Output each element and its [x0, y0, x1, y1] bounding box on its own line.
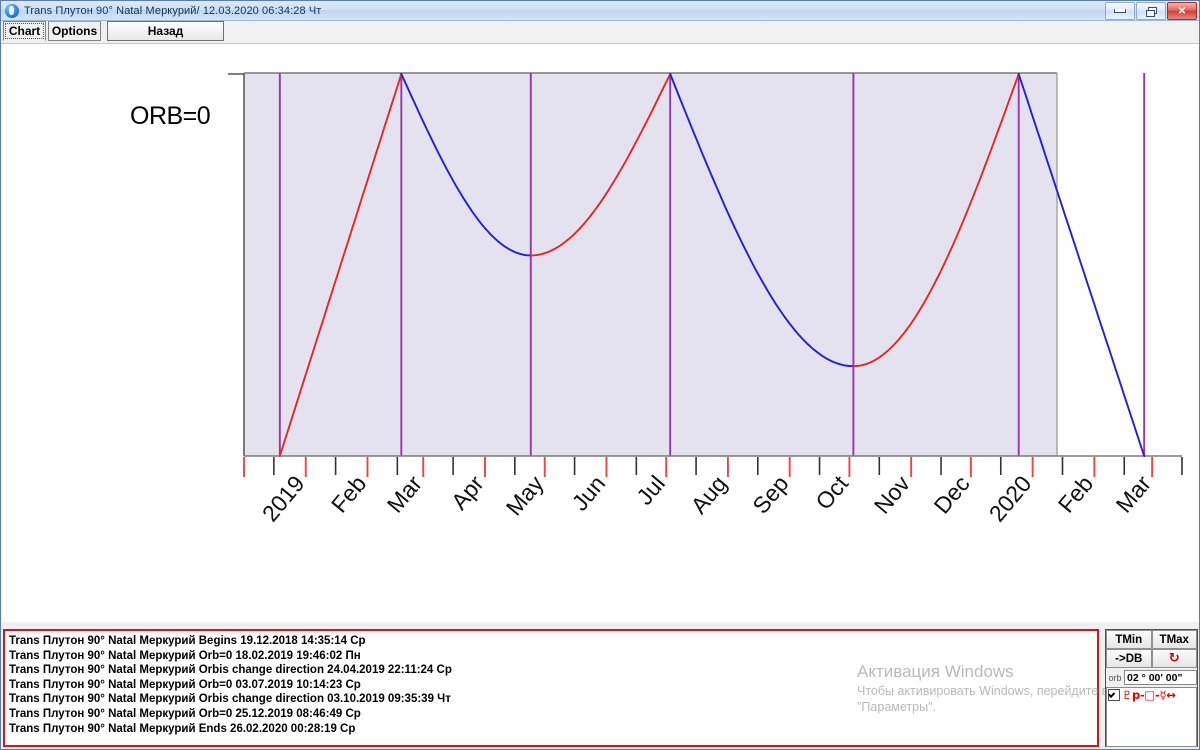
- time-range-row: TMin TMax: [1106, 630, 1197, 649]
- x-tick-label: Mar: [1111, 470, 1157, 517]
- event-log-panel[interactable]: Trans Плутон 90° Natal Меркурий Begins 1…: [3, 629, 1099, 747]
- restore-button[interactable]: [1136, 2, 1166, 20]
- window-controls: ✕: [1105, 2, 1197, 20]
- x-tick-label: May: [501, 470, 549, 520]
- x-axis-labels: 2019 Feb Mar Apr May Jun Jul Aug Sep Oct Nov Dec 202…: [257, 470, 1156, 526]
- refresh-icon: ↻: [1168, 651, 1180, 666]
- x-tick-label: Sep: [747, 471, 793, 519]
- close-button[interactable]: ✕: [1167, 2, 1197, 20]
- aspect-checkbox[interactable]: [1108, 689, 1120, 701]
- log-line: Trans Плутон 90° Natal Меркурий Orb=0 18…: [9, 649, 361, 662]
- to-db-button[interactable]: ->DB: [1106, 649, 1152, 668]
- aspect-list[interactable]: ♇р-□-☿↔: [1106, 687, 1197, 747]
- orb-zero-label: ORB=0: [130, 102, 211, 130]
- list-item[interactable]: ♇р-□-☿↔: [1107, 688, 1196, 702]
- x-tick-label: Feb: [326, 471, 371, 518]
- window-title: Trans Плутон 90° Natal Меркурий/ 12.03.2…: [24, 4, 322, 17]
- tab-options[interactable]: Options: [48, 21, 101, 41]
- x-tick-label: 2019: [257, 471, 310, 527]
- x-tick-label: 2020: [984, 471, 1037, 527]
- plot-background: [244, 73, 1057, 456]
- x-tick-label: Aug: [686, 471, 732, 519]
- aspect-symbols: ♇р-□-☿↔: [1122, 688, 1176, 702]
- log-line: Trans Плутон 90° Natal Меркурий Begins 1…: [9, 635, 366, 647]
- orb-row: orb 02 ° 00' 00": [1106, 669, 1197, 686]
- x-tick-label: Dec: [929, 471, 975, 519]
- refresh-button[interactable]: ↻: [1151, 649, 1197, 668]
- x-tick-label: Mar: [382, 470, 428, 517]
- x-tick-label: Oct: [810, 470, 853, 515]
- log-line: Trans Плутон 90° Natal Меркурий Ends 26.…: [9, 722, 356, 735]
- application-window: Trans Плутон 90° Natal Меркурий/ 12.03.2…: [0, 0, 1200, 750]
- tmin-button[interactable]: TMin: [1106, 630, 1152, 649]
- x-tick-label: Jul: [631, 471, 670, 510]
- app-globe-icon: [5, 3, 19, 18]
- log-line: Trans Плутон 90° Natal Меркурий Orbis ch…: [9, 664, 452, 677]
- orb-value-input[interactable]: 02 ° 00' 00": [1124, 670, 1197, 685]
- event-log-list: Trans Плутон 90° Natal Меркурий Begins 1…: [5, 631, 1097, 736]
- db-row: ->DB ↻: [1106, 649, 1197, 668]
- control-panel: TMin TMax ->DB ↻ orb 02 ° 00' 00" ♇р-□-☿…: [1105, 629, 1198, 747]
- back-button[interactable]: Назад: [107, 21, 224, 41]
- x-tick-label: Feb: [1053, 471, 1098, 518]
- x-tick-label: Jun: [567, 471, 611, 516]
- tab-chart[interactable]: Chart: [3, 21, 46, 41]
- title-bar: Trans Плутон 90° Natal Меркурий/ 12.03.2…: [1, 1, 1199, 21]
- orb-field-label: orb: [1108, 672, 1122, 683]
- tmax-button[interactable]: TMax: [1151, 630, 1197, 649]
- log-line: Trans Плутон 90° Natal Меркурий Orb=0 03…: [9, 678, 361, 691]
- toolbar: Chart Options Назад: [1, 21, 1199, 44]
- log-line: Trans Плутон 90° Natal Меркурий Orbis ch…: [9, 693, 451, 706]
- log-line: Trans Плутон 90° Natal Меркурий Orb=0 25…: [9, 707, 361, 720]
- x-tick-label: Nov: [869, 470, 916, 518]
- minimize-button[interactable]: [1105, 2, 1135, 20]
- x-tick-label: Apr: [446, 470, 489, 514]
- chart-area: ORB=0 2019 Feb Mar Apr May Jun Jul Aug Sep Oct Nov…: [2, 44, 1199, 622]
